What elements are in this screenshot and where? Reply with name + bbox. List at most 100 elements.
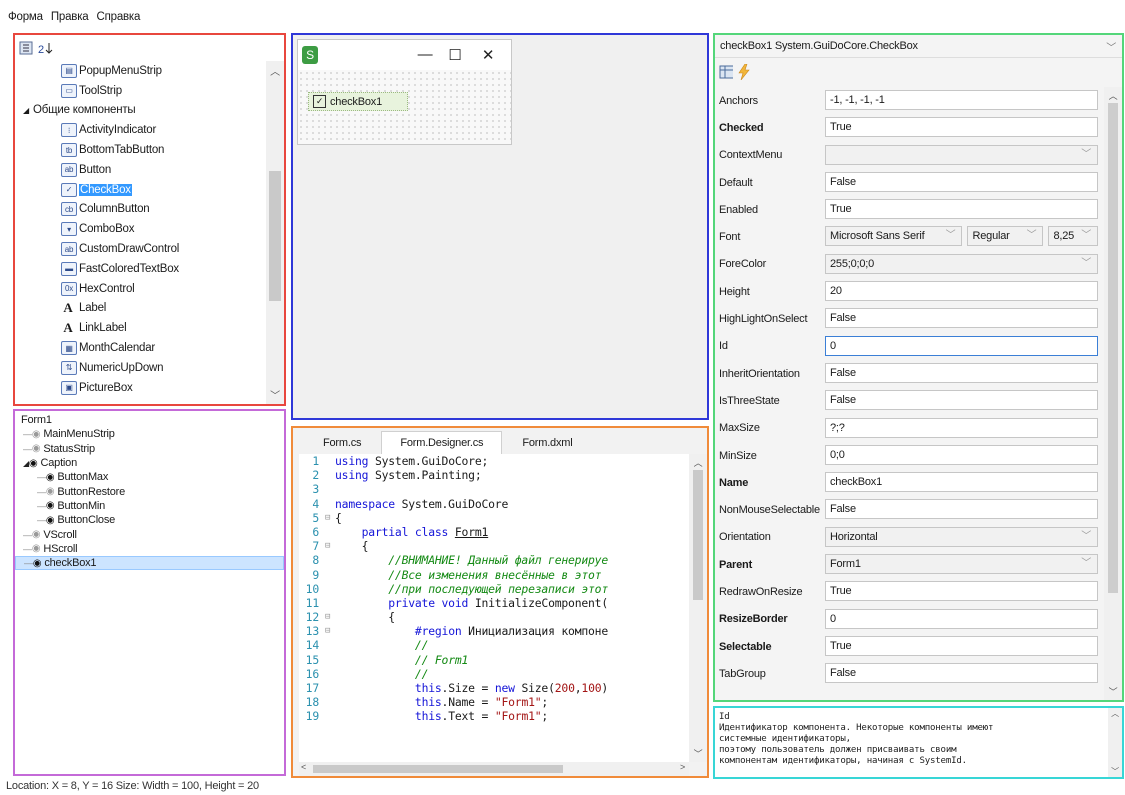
object-selector[interactable]: checkBox1 System.GuiDoCore.CheckBox ﹀ bbox=[715, 35, 1122, 58]
tree-node[interactable]: ◢ ◉ Caption bbox=[15, 456, 284, 470]
toolbox-item[interactable]: ▭ ToolStrip bbox=[15, 81, 266, 101]
tree-node[interactable]: Form1 bbox=[15, 413, 284, 427]
fold-marker-icon[interactable] bbox=[325, 582, 335, 596]
fold-marker-icon[interactable] bbox=[325, 667, 335, 681]
visibility-eye-icon[interactable]: ◉ bbox=[32, 543, 41, 554]
visibility-eye-icon[interactable]: ◉ bbox=[46, 486, 55, 497]
fold-marker-icon[interactable] bbox=[325, 497, 335, 511]
scroll-up-icon[interactable]: ︿ bbox=[689, 456, 707, 469]
property-value[interactable]: Horizontal ﹀ bbox=[825, 526, 1098, 547]
toolbox-item[interactable]: ab Button bbox=[15, 160, 266, 180]
tree-node[interactable]: — ◉ ButtonMin bbox=[15, 499, 284, 513]
property-value[interactable]: False bbox=[825, 308, 1098, 329]
code-vertical-scrollbar[interactable]: ︿ ﹀ bbox=[689, 454, 707, 762]
scroll-up-icon[interactable]: ︿ bbox=[266, 63, 284, 78]
menu-item-edit[interactable]: Правка bbox=[51, 11, 89, 23]
fold-marker-icon[interactable] bbox=[325, 596, 335, 610]
property-value[interactable]: -1, -1, -1, -1 bbox=[825, 90, 1098, 110]
toolbox-item[interactable]: tb BottomTabButton bbox=[15, 140, 266, 160]
property-value[interactable]: 255;0;0;0 ﹀ bbox=[825, 253, 1098, 274]
property-value[interactable]: ﹀ bbox=[825, 144, 1098, 165]
toolbox-item[interactable]: cb ColumnButton bbox=[15, 200, 266, 220]
code-tab[interactable]: Form.dxml bbox=[504, 432, 590, 454]
visibility-eye-icon[interactable]: ◉ bbox=[32, 529, 41, 540]
toolbox-item[interactable]: A Label bbox=[15, 299, 266, 319]
tree-node[interactable]: — ◉ HScroll bbox=[15, 542, 284, 556]
visibility-eye-icon[interactable]: ◉ bbox=[32, 429, 41, 440]
property-value[interactable]: False bbox=[825, 390, 1098, 411]
fold-marker-icon[interactable] bbox=[325, 709, 335, 723]
scroll-down-icon[interactable]: ﹀ bbox=[689, 747, 707, 760]
sort-alphabetical-icon[interactable]: 2 bbox=[37, 41, 55, 55]
fold-marker-icon[interactable] bbox=[325, 482, 335, 496]
fold-marker-icon[interactable] bbox=[325, 553, 335, 567]
scroll-down-icon[interactable]: ﹀ bbox=[266, 387, 284, 402]
menu-item-help[interactable]: Справка bbox=[97, 11, 141, 23]
scroll-thumb[interactable] bbox=[1108, 103, 1118, 593]
font-family-select[interactable]: Microsoft Sans Serif ﹀ bbox=[825, 226, 963, 247]
property-value[interactable]: 0 bbox=[825, 608, 1098, 629]
toolbox-item[interactable]: ⇅ NumericUpDown bbox=[15, 358, 266, 378]
fold-marker-icon[interactable]: ⊟ bbox=[325, 610, 335, 624]
minimize-button[interactable]: — bbox=[415, 46, 435, 63]
visibility-eye-icon[interactable]: ◉ bbox=[32, 443, 41, 454]
toolbox-item[interactable]: ▬ FastColoredTextBox bbox=[15, 259, 266, 279]
fold-marker-icon[interactable]: ⊟ bbox=[325, 511, 335, 525]
fold-marker-icon[interactable] bbox=[325, 568, 335, 582]
scroll-thumb[interactable] bbox=[313, 765, 563, 773]
property-value[interactable]: Form1 ﹀ bbox=[825, 554, 1098, 575]
property-value[interactable]: True bbox=[825, 117, 1098, 138]
property-value[interactable]: False bbox=[825, 499, 1098, 520]
toolbox-item[interactable]: ▤ PopupMenuStrip bbox=[15, 61, 266, 81]
property-value[interactable]: ?;? bbox=[825, 417, 1098, 438]
code-tab[interactable]: Form.Designer.cs bbox=[381, 431, 503, 454]
scroll-up-icon[interactable]: ︿ bbox=[1104, 89, 1122, 102]
property-value[interactable]: False bbox=[825, 663, 1098, 684]
property-value[interactable]: 0;0 bbox=[825, 444, 1098, 465]
property-value[interactable]: 20 bbox=[825, 281, 1098, 302]
toolbox-item[interactable]: ▾ ComboBox bbox=[15, 219, 266, 239]
scroll-down-icon[interactable]: ﹀ bbox=[1108, 766, 1122, 777]
designed-checkbox[interactable]: ✓ checkBox1 bbox=[308, 92, 408, 111]
scroll-up-icon[interactable]: ︿ bbox=[1108, 708, 1122, 719]
visibility-eye-icon[interactable]: ◉ bbox=[46, 472, 55, 483]
fold-marker-icon[interactable] bbox=[325, 638, 335, 652]
toolbox-item[interactable]: ⁝ ActivityIndicator bbox=[15, 120, 266, 140]
tree-node[interactable]: — ◉ VScroll bbox=[15, 527, 284, 541]
events-lightning-icon[interactable] bbox=[737, 64, 751, 80]
properties-view-icon[interactable] bbox=[719, 65, 733, 79]
font-size-select[interactable]: 8,25 ﹀ bbox=[1048, 226, 1098, 247]
fold-marker-icon[interactable] bbox=[325, 653, 335, 667]
toolbox-item[interactable]: 0x HexControl bbox=[15, 279, 266, 299]
tree-node[interactable]: — ◉ ButtonMax bbox=[15, 470, 284, 484]
toolbox-item[interactable]: ▣ PictureBox bbox=[15, 378, 266, 398]
fold-marker-icon[interactable] bbox=[325, 468, 335, 482]
tree-node[interactable]: — ◉ MainMenuStrip bbox=[15, 427, 284, 441]
visibility-eye-icon[interactable]: ◉ bbox=[46, 500, 55, 511]
property-value[interactable]: False bbox=[825, 171, 1098, 192]
scroll-thumb[interactable] bbox=[269, 171, 281, 301]
visibility-eye-icon[interactable]: ◉ bbox=[29, 458, 38, 469]
scroll-thumb[interactable] bbox=[693, 470, 703, 600]
close-button[interactable]: ✕ bbox=[478, 46, 498, 64]
fold-marker-icon[interactable] bbox=[325, 695, 335, 709]
toolbox-scrollbar[interactable]: ︿ ﹀ bbox=[266, 61, 284, 404]
properties-scrollbar[interactable]: ︿ ﹀ bbox=[1104, 87, 1122, 700]
code-editor[interactable]: 1 using System.GuiDoCore; 2 using System.Pa… bbox=[299, 454, 689, 762]
designed-form[interactable]: S — ☐ ✕ ✓ checkBox1 bbox=[297, 39, 512, 145]
property-value[interactable]: False bbox=[825, 362, 1098, 383]
property-value[interactable]: True bbox=[825, 635, 1098, 656]
property-value[interactable]: True bbox=[825, 199, 1098, 220]
toolbox-item[interactable]: ab CustomDrawControl bbox=[15, 239, 266, 259]
tree-node[interactable]: — ◉ checkBox1 bbox=[15, 555, 284, 571]
menu-item-form[interactable]: Форма bbox=[8, 11, 43, 23]
fold-marker-icon[interactable]: ⊟ bbox=[325, 624, 335, 638]
visibility-eye-icon[interactable]: ◉ bbox=[33, 558, 42, 569]
toolbox-item[interactable]: ▦ MonthCalendar bbox=[15, 338, 266, 358]
code-tab[interactable]: Form.cs bbox=[305, 432, 379, 454]
property-value[interactable]: True bbox=[825, 581, 1098, 602]
scroll-right-icon[interactable]: > bbox=[680, 762, 685, 772]
scroll-down-icon[interactable]: ﹀ bbox=[1104, 685, 1122, 698]
property-value[interactable]: checkBox1 bbox=[825, 472, 1098, 493]
visibility-eye-icon[interactable]: ◉ bbox=[46, 515, 55, 526]
